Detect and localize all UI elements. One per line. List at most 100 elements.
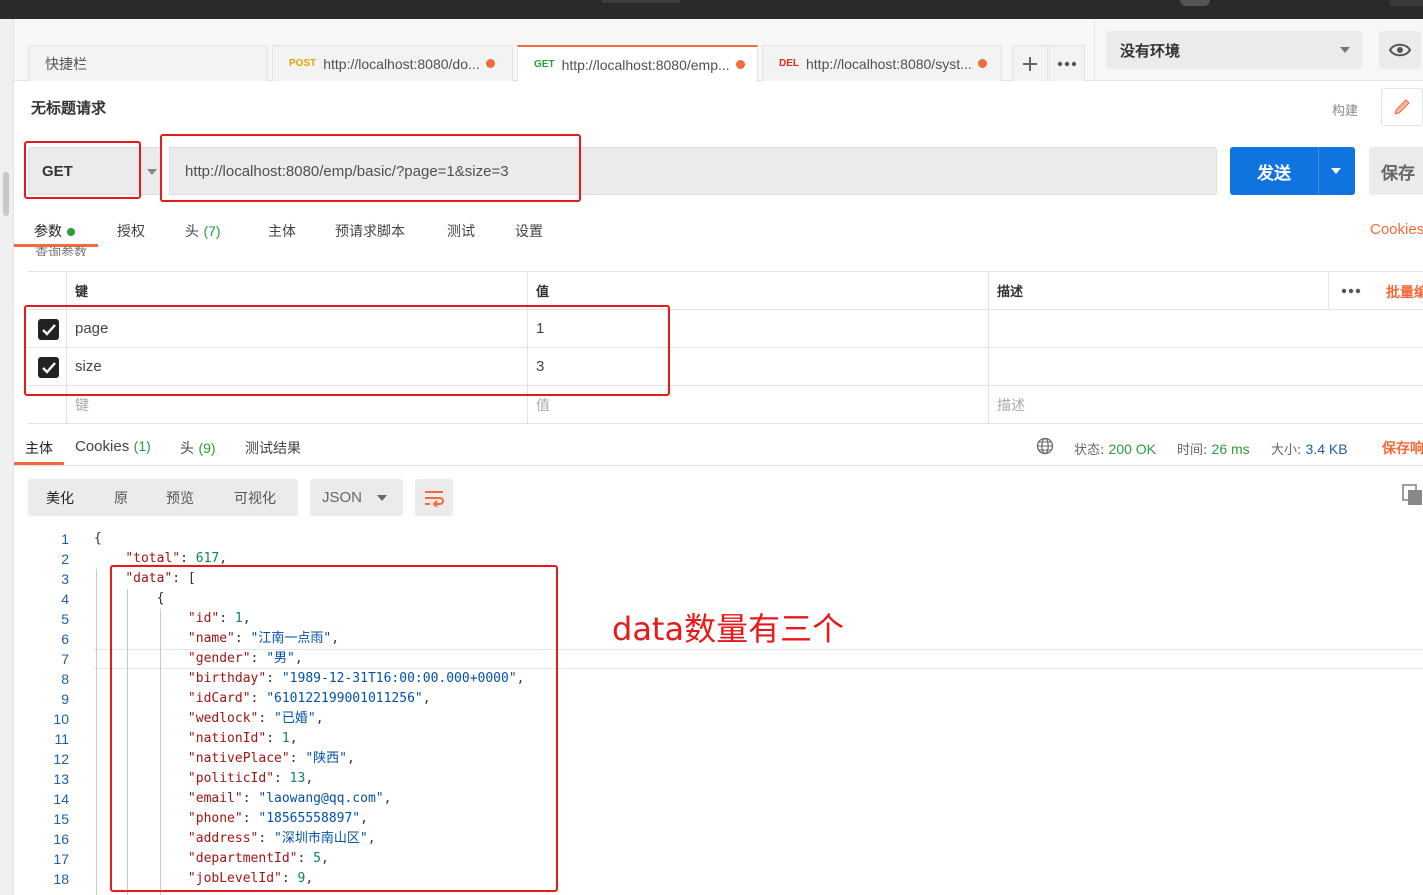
cookies-link[interactable]: Cookies [1370, 221, 1423, 238]
chevron-down-icon [1340, 47, 1350, 53]
line-number: 16 [53, 831, 69, 847]
wrap-lines-button[interactable] [415, 479, 453, 516]
tab-params-label: 参数 [34, 224, 62, 240]
format-select[interactable]: JSON [310, 479, 403, 516]
tab-params[interactable]: 参数 [34, 221, 75, 241]
tab-response-body-label: 主体 [25, 441, 53, 457]
save-button[interactable]: 保存 [1369, 147, 1423, 195]
visualize-button[interactable]: 可视化 [234, 479, 276, 516]
copy-icon [1402, 484, 1422, 505]
wrap-lines-icon [425, 490, 444, 507]
preview-button[interactable]: 预览 [166, 479, 194, 516]
tab-post-request[interactable]: POST http://localhost:8080/do... [272, 45, 513, 81]
window-controls[interactable] [1390, 0, 1423, 6]
build-mode-label[interactable]: 构建 [1332, 100, 1358, 119]
chevron-down-icon [147, 169, 157, 175]
param-description-cell[interactable] [988, 348, 1328, 385]
line-number: 3 [61, 571, 69, 587]
line-number: 11 [54, 731, 69, 747]
line-number: 5 [61, 611, 69, 627]
bulk-edit-link[interactable]: 批量编 [1386, 282, 1423, 302]
response-status: 状态: 200 OK [1074, 439, 1156, 458]
tab-headers-count: (7) [203, 223, 221, 239]
annotation-box-method [24, 141, 141, 199]
annotation-box-url [160, 134, 581, 202]
annotation-text: data数量有三个 [612, 610, 845, 648]
globe-button[interactable] [1036, 437, 1054, 459]
tab-headers[interactable]: 头 (7) [185, 221, 221, 241]
time-value: 26 ms [1211, 441, 1250, 457]
line-number: 6 [61, 631, 69, 647]
tab-authorization[interactable]: 授权 [117, 221, 145, 241]
tab-response-body[interactable]: 主体 [25, 438, 53, 458]
status-value: 200 OK [1108, 441, 1157, 457]
column-options-button[interactable] [1328, 272, 1373, 310]
line-number: 18 [53, 871, 69, 887]
line-number: 2 [61, 551, 69, 567]
response-format-group: 美化 原 预览 可视化 [28, 479, 298, 516]
raw-button[interactable]: 原 [114, 479, 128, 516]
chevron-down-icon[interactable] [1331, 168, 1341, 174]
tab-settings-label: 设置 [515, 224, 543, 240]
tab-settings[interactable]: 设置 [515, 221, 543, 241]
copy-button[interactable] [1402, 484, 1423, 508]
request-title[interactable]: 无标题请求 [31, 97, 106, 118]
annotation-box-data [110, 565, 558, 892]
tab-pre-request-script[interactable]: 预请求脚本 [335, 221, 405, 241]
active-dot-icon [67, 228, 75, 236]
size-value: 3.4 KB [1305, 441, 1348, 457]
tab-quickbar-label: 快捷栏 [45, 56, 87, 73]
new-param-description-input[interactable]: 描述 [988, 386, 1328, 423]
tab-get-request[interactable]: GET http://localhost:8080/emp... [517, 45, 758, 82]
environment-select[interactable]: 没有环境 [1106, 31, 1362, 69]
scrollbar-thumb[interactable] [3, 172, 9, 216]
pretty-button[interactable]: 美化 [46, 479, 74, 516]
tab-body[interactable]: 主体 [268, 221, 296, 241]
user-avatar[interactable] [1180, 0, 1210, 6]
tab-headers-label: 头 [185, 224, 199, 240]
tab-response-headers[interactable]: 头 (9) [180, 438, 216, 458]
line-number: 14 [53, 791, 69, 807]
tab-response-cookies[interactable]: Cookies (1) [75, 438, 151, 455]
save-button-label: 保存 [1381, 163, 1415, 184]
environment-selected-label: 没有环境 [1120, 41, 1181, 60]
line-number: 7 [61, 651, 69, 667]
tab-test-results[interactable]: 测试结果 [245, 438, 301, 458]
status-label: 状态: [1074, 443, 1105, 458]
chevron-down-icon [377, 495, 387, 501]
tab-body-label: 主体 [268, 224, 296, 240]
send-button[interactable]: 发送 [1230, 147, 1355, 195]
tab-authorization-label: 授权 [117, 224, 145, 240]
tab-more-button[interactable] [1049, 45, 1085, 81]
line-number: 15 [53, 811, 69, 827]
annotation-box-params [24, 305, 670, 396]
left-scroll-strip [0, 19, 14, 895]
line-number: 17 [53, 851, 69, 867]
unsaved-dot-icon [735, 60, 745, 69]
ellipsis-icon [1057, 61, 1077, 66]
line-number: 1 [61, 531, 69, 547]
environment-quick-look-button[interactable] [1379, 31, 1421, 69]
tab-url-label: http://localhost:8080/syst... [806, 55, 972, 72]
param-description-cell[interactable] [988, 310, 1328, 347]
tab-tests-label: 测试 [447, 224, 475, 240]
line-number: 12 [53, 751, 69, 767]
code-line: 1{ [28, 529, 1423, 549]
tab-quickbar[interactable]: 快捷栏 [28, 45, 268, 81]
save-response-button[interactable]: 保存响 [1382, 438, 1423, 458]
eye-icon [1389, 43, 1411, 57]
tab-response-cookies-count: (1) [133, 438, 151, 454]
edit-button[interactable] [1381, 88, 1423, 126]
tab-del-request[interactable]: DEL http://localhost:8080/syst... [762, 45, 1002, 81]
pencil-icon [1394, 99, 1410, 115]
tab-url-label: http://localhost:8080/do... [323, 55, 480, 72]
titlebar-tab-shadow [602, 0, 680, 3]
line-number: 8 [61, 671, 69, 687]
tab-response-cookies-label: Cookies [75, 438, 130, 455]
query-params-heading: 查询参数 [35, 246, 88, 256]
unsaved-dot-icon [485, 59, 495, 68]
globe-icon [1036, 437, 1054, 455]
send-button-label: 发送 [1257, 163, 1291, 184]
tab-tests[interactable]: 测试 [447, 221, 475, 241]
new-tab-button[interactable] [1012, 45, 1048, 81]
